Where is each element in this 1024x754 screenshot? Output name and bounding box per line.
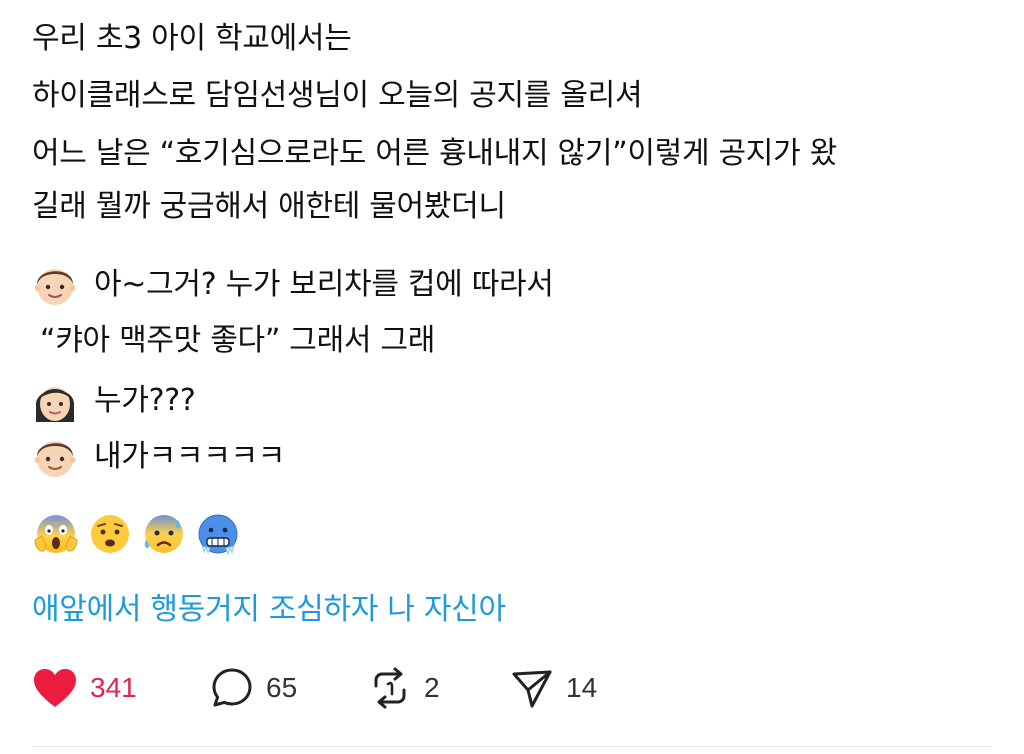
boy-face-icon <box>32 262 78 308</box>
cold-face-icon <box>194 510 242 558</box>
reply-button[interactable]: 65 <box>210 664 297 712</box>
comment-bubble-icon <box>212 668 252 707</box>
boy-face-icon <box>32 434 78 480</box>
post-text-line-3: 어느 날은 “호기심으로라도 어른 흉내내지 않기”이렇게 공지가 왔 <box>32 136 837 171</box>
dialogue-text-2: “캬아 맥주맛 좋다” 그래서 그래 <box>40 323 436 358</box>
post-text-line-4: 길래 뭘까 궁금해서 애한테 물어봤더니 <box>32 189 506 224</box>
reaction-emoji-row <box>32 510 242 558</box>
reply-count: 65 <box>266 672 298 703</box>
like-count: 341 <box>90 672 137 703</box>
dialogue-text-1: 아~그거? 누가 보리차를 컵에 따라서 <box>94 267 554 302</box>
post-text-line-1: 우리 초3 아이 학교에서는 <box>32 21 352 56</box>
dialogue-text-3: 누가??? <box>94 383 196 418</box>
closing-line: 애앞에서 행동거지 조심하자 나 자신아 <box>32 592 506 627</box>
dialogue-line-2: “캬아 맥주맛 좋다” 그래서 그래 <box>40 321 435 361</box>
send-icon <box>512 670 552 708</box>
post-divider <box>32 746 992 747</box>
repost-button[interactable]: 2 <box>368 664 440 712</box>
anxious-sweat-face-icon <box>140 510 188 558</box>
dialogue-line-3: 누가??? <box>32 378 196 424</box>
repost-count: 2 <box>424 672 440 703</box>
share-button[interactable]: 14 <box>510 664 597 712</box>
post-text-line-2: 하이클래스로 담임선생님이 오늘의 공지를 올리셔 <box>32 78 643 113</box>
screaming-face-icon <box>32 510 80 558</box>
heart-icon <box>34 669 76 707</box>
post-action-bar: 341 65 2 14 <box>32 664 732 712</box>
repost-icon <box>374 667 406 709</box>
like-button[interactable]: 341 <box>32 664 137 712</box>
woman-face-icon <box>32 378 78 424</box>
dialogue-text-4: 내가ㅋㅋㅋㅋㅋ <box>94 439 286 474</box>
dialogue-line-1: 아~그거? 누가 보리차를 컵에 따라서 <box>32 262 554 308</box>
dialogue-line-4: 내가ㅋㅋㅋㅋㅋ <box>32 434 285 480</box>
share-count: 14 <box>566 672 598 703</box>
anxious-face-icon <box>86 510 134 558</box>
